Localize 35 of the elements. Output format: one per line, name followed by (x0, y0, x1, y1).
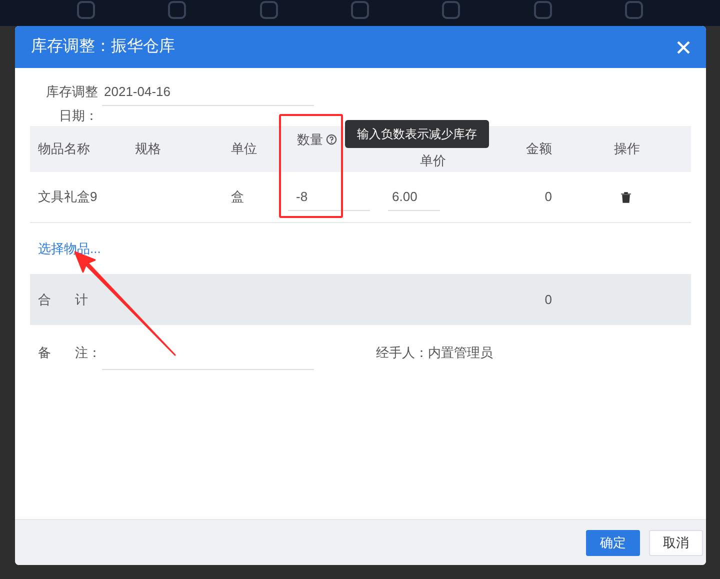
cancel-button[interactable]: 取消 (649, 530, 703, 556)
nav-icon[interactable] (258, 0, 279, 20)
table-cell-text: 文具礼盒9 (37, 188, 98, 206)
date-label: 库存调整日期： (45, 83, 98, 125)
nav-icon[interactable] (624, 0, 644, 20)
date-field[interactable]: 2021-04-16 (102, 80, 314, 106)
total-label: 计 (75, 290, 88, 309)
handler-label: 经手人： (376, 344, 428, 362)
price-field[interactable]: 6.00 (388, 184, 440, 210)
column-header: 规格 (134, 140, 162, 158)
table-cell-text: 盒 (230, 188, 245, 206)
nav-icon[interactable] (76, 0, 96, 20)
remark-label: 备 (38, 344, 51, 362)
column-header: 单位 (230, 140, 258, 158)
nav-icon[interactable] (350, 0, 370, 20)
column-header: 操作 (613, 140, 641, 158)
dialog-title: 库存调整：振华仓库 (31, 36, 175, 57)
confirm-button[interactable]: 确定 (586, 530, 640, 556)
handler-value: 内置管理员 (428, 344, 493, 362)
tooltip: 输入负数表示减少库存 (345, 120, 489, 148)
remark-label: 注： (75, 344, 101, 362)
column-header: 单价 (419, 152, 447, 170)
help-icon[interactable] (326, 134, 337, 146)
column-header: 金额 (525, 140, 553, 158)
total-amount: 0 (544, 290, 553, 309)
quantity-field[interactable]: -8 (288, 184, 370, 210)
column-header: 物品名称 (37, 140, 91, 158)
nav-icon[interactable] (167, 0, 188, 20)
total-label: 合 (38, 290, 51, 309)
nav-icon[interactable] (441, 0, 462, 20)
nav-icon[interactable] (532, 0, 553, 20)
column-header: 数量 (297, 131, 323, 149)
trash-icon[interactable] (621, 192, 631, 202)
table-cell-text: 0 (544, 188, 553, 206)
close-icon[interactable] (677, 40, 690, 54)
